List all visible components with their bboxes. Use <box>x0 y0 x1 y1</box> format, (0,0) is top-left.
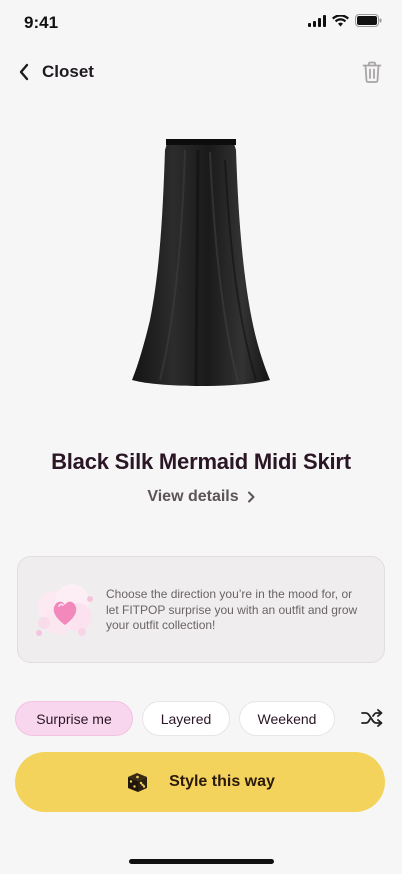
trash-icon <box>362 61 382 83</box>
delete-button[interactable] <box>362 61 382 88</box>
heart-cloud-icon <box>36 584 93 636</box>
info-text: Choose the direction you’re in the mood … <box>106 587 358 632</box>
chip-surprise-me[interactable]: Surprise me <box>15 701 133 736</box>
chip-layered[interactable]: Layered <box>142 701 230 736</box>
status-icons <box>308 14 382 27</box>
status-time: 9:41 <box>24 13 59 32</box>
status-bar: 9:41 <box>0 0 402 44</box>
shuffle-button[interactable] <box>361 708 383 733</box>
shuffle-icon <box>361 709 383 727</box>
dice-icon <box>128 773 148 792</box>
wifi-icon <box>332 14 349 26</box>
signal-icon <box>308 14 326 27</box>
product-image <box>132 139 270 387</box>
chip-weekend[interactable]: Weekend <box>239 701 335 736</box>
cta-label: Style this way <box>169 773 275 790</box>
style-this-way-button[interactable]: Style this way <box>15 752 385 812</box>
top-nav: Closet <box>0 52 402 92</box>
chevron-right-icon <box>247 491 255 503</box>
info-card: Choose the direction you’re in the mood … <box>17 556 385 663</box>
home-indicator <box>129 859 274 864</box>
product-title: Black Silk Mermaid Midi Skirt <box>51 449 351 474</box>
view-details-link[interactable]: View details <box>0 488 402 506</box>
view-details-label: View details <box>147 488 239 505</box>
back-button[interactable]: Closet <box>18 58 94 86</box>
battery-icon <box>355 14 382 27</box>
back-label: Closet <box>42 62 94 81</box>
chevron-left-icon <box>19 63 29 81</box>
